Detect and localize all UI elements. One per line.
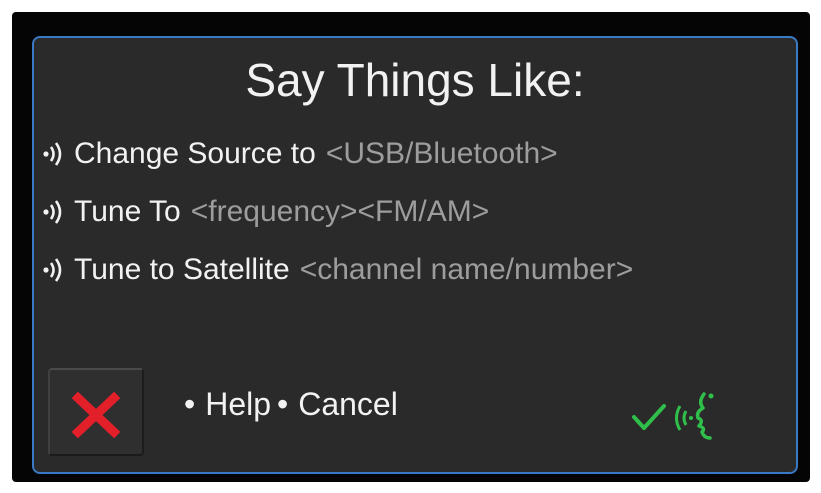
help-option[interactable]: Help xyxy=(205,386,271,423)
command-parameter: <USB/Bluetooth> xyxy=(325,137,558,170)
cancel-option[interactable]: Cancel xyxy=(298,386,398,423)
command-parameter: <frequency><FM/AM> xyxy=(190,195,490,228)
command-parameter: <channel name/number> xyxy=(299,253,634,286)
voice-command-dialog: Say Things Like: Change Source to <USB/B… xyxy=(32,36,798,474)
command-text: Tune To xyxy=(74,195,181,228)
voice-command-icon xyxy=(43,200,62,224)
bullet: • xyxy=(184,386,196,422)
voice-command-icon xyxy=(43,142,62,166)
command-text: Tune to Satellite xyxy=(74,253,290,286)
close-icon xyxy=(71,392,121,438)
dialog-title: Say Things Like: xyxy=(245,54,585,106)
command-text: Change Source to xyxy=(74,137,316,170)
voice-command-icon xyxy=(43,258,62,282)
checkmark-icon xyxy=(632,404,666,430)
voice-command-item: Tune To <frequency><FM/AM> xyxy=(42,192,489,232)
bullet: • xyxy=(277,386,289,422)
voice-command-item: Change Source to <USB/Bluetooth> xyxy=(42,134,558,174)
voice-command-item: Tune to Satellite <channel name/number> xyxy=(42,250,633,290)
cancel-button[interactable] xyxy=(48,368,144,456)
voice-status-indicator xyxy=(630,390,720,444)
voice-recognition-icon xyxy=(675,392,714,440)
spoken-options: • Help • Cancel xyxy=(184,386,398,423)
